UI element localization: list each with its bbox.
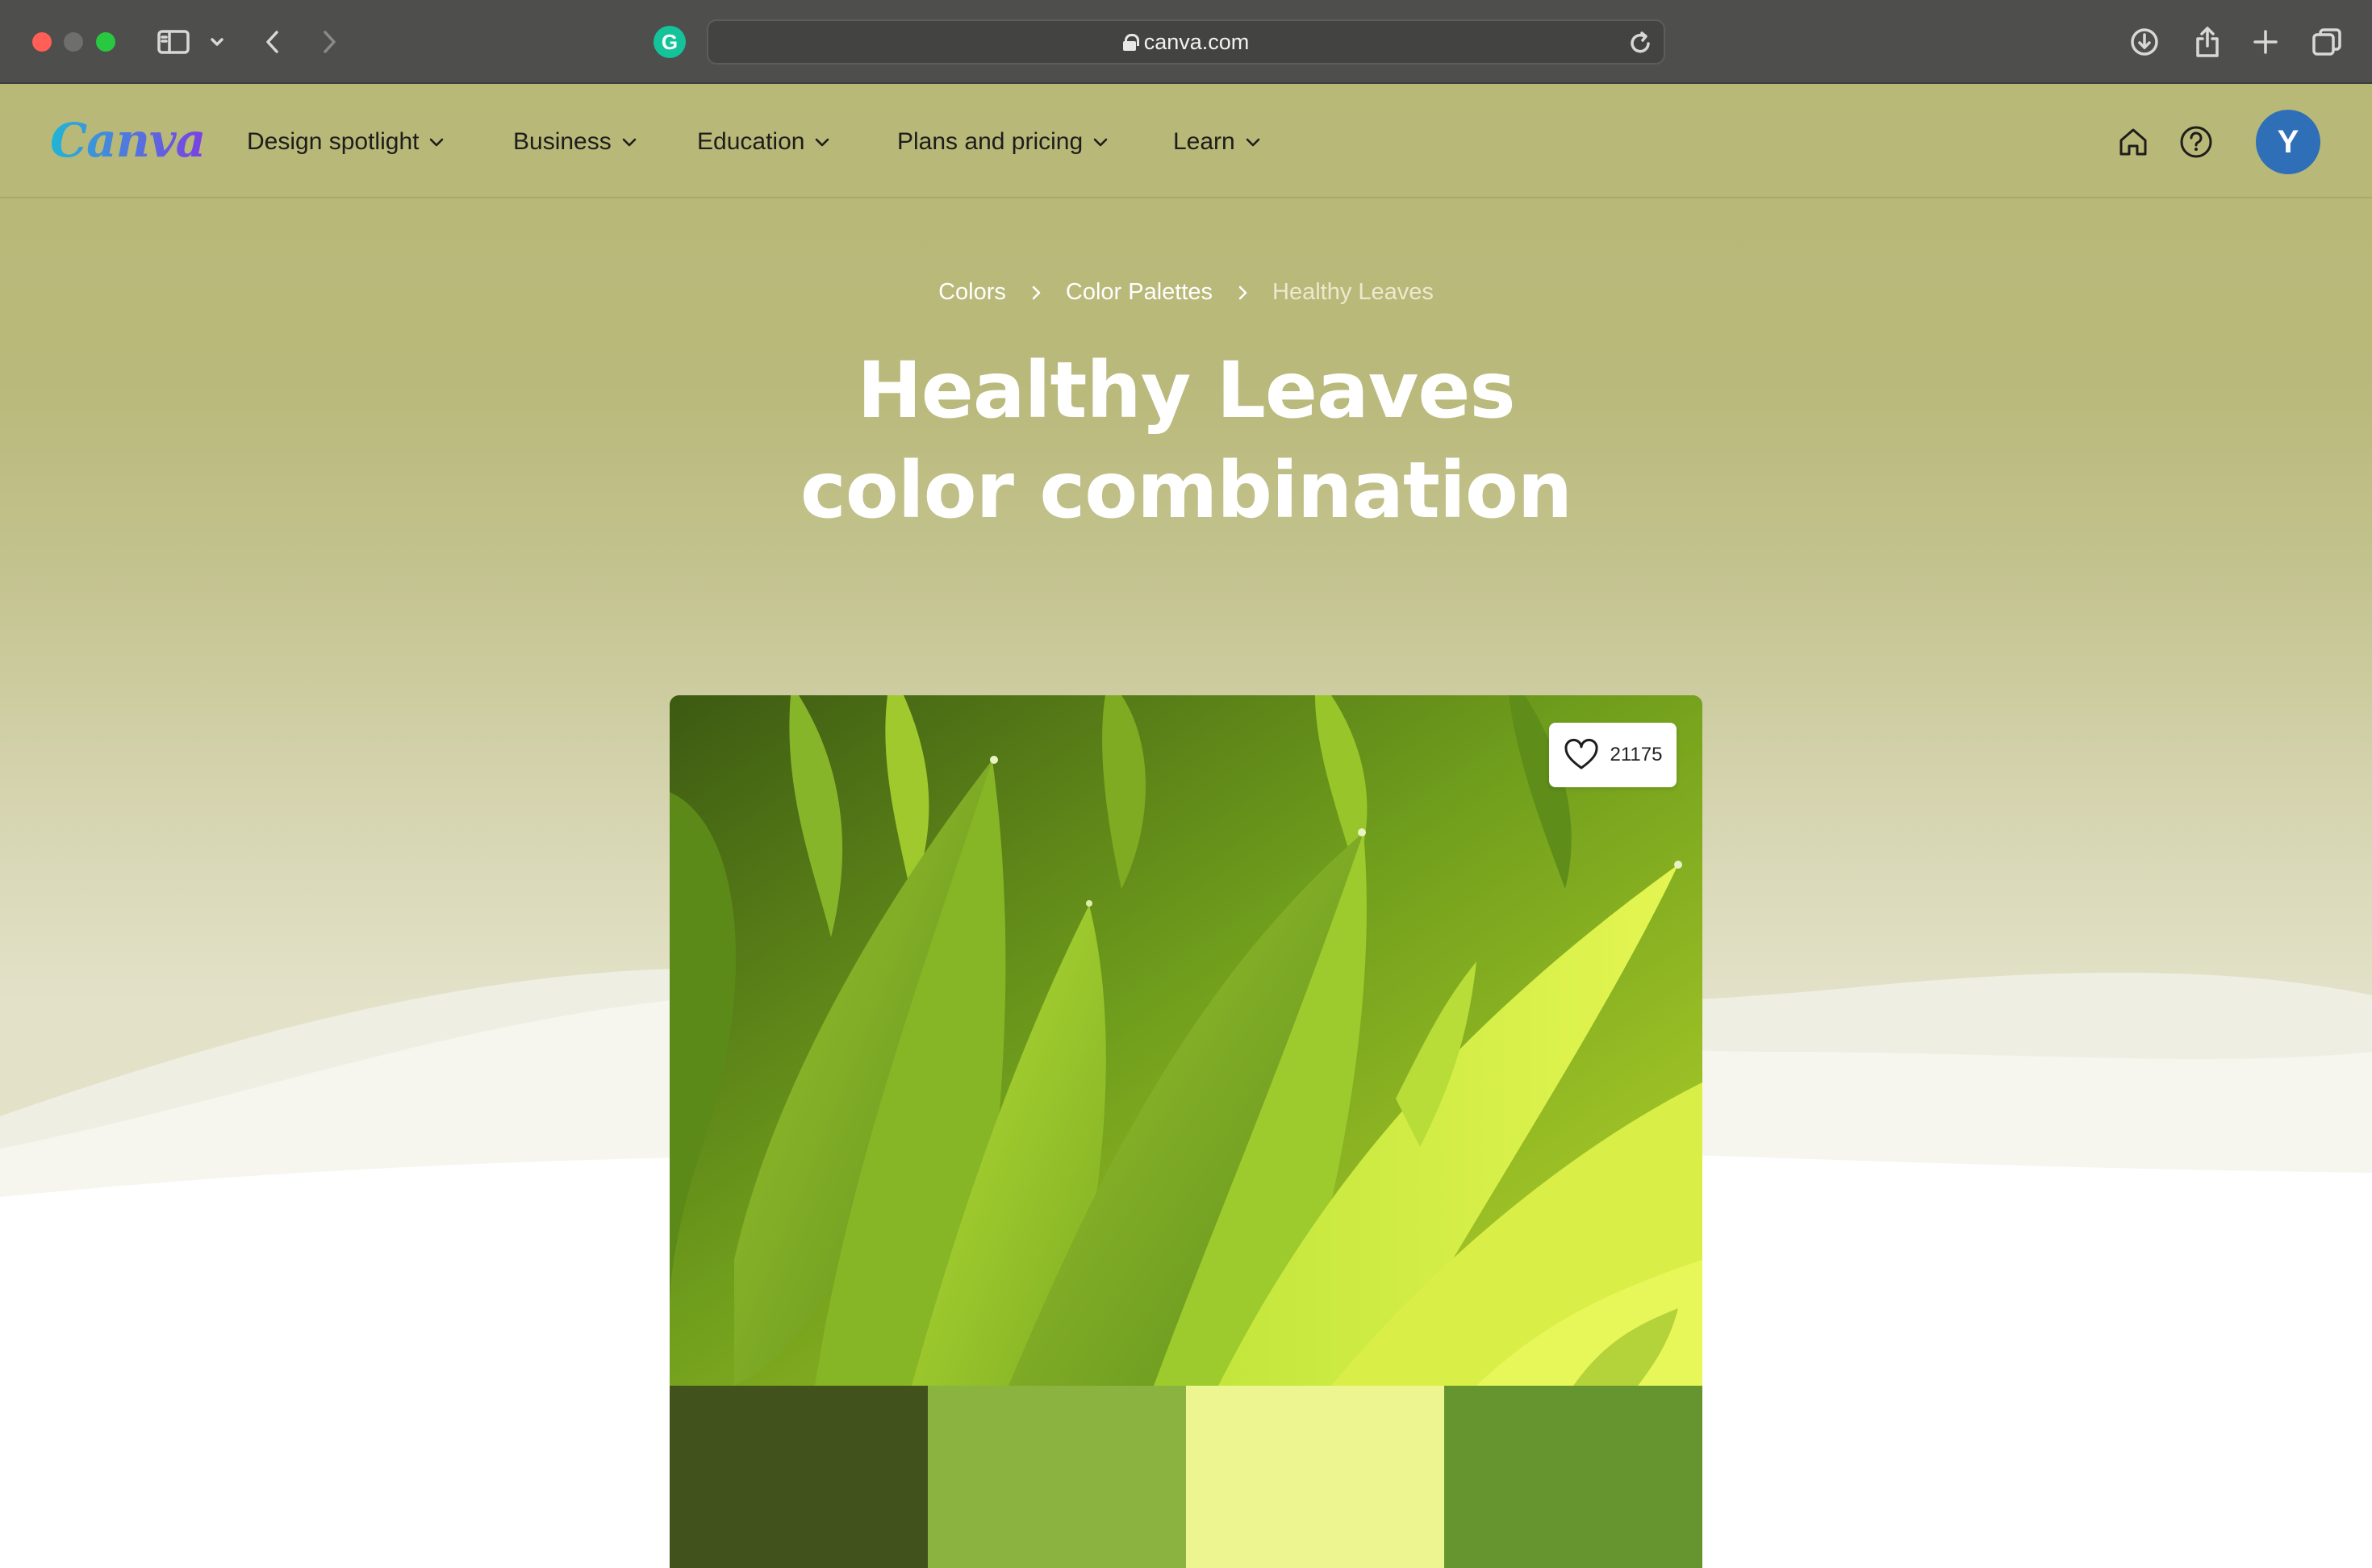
help-icon[interactable] xyxy=(2177,123,2215,161)
chevron-right-icon xyxy=(1032,286,1041,299)
color-swatch-3[interactable] xyxy=(1186,1386,1444,1568)
new-tab-icon[interactable] xyxy=(2249,21,2282,63)
reload-icon[interactable] xyxy=(1630,31,1652,55)
title-line-2: color combination xyxy=(800,445,1572,536)
breadcrumb: Colors Color Palettes Healthy Leaves xyxy=(0,279,2372,306)
back-icon[interactable] xyxy=(258,21,287,63)
color-swatch-2[interactable] xyxy=(928,1386,1186,1568)
palette-card: 21175 xyxy=(670,695,1702,1568)
nav-design-spotlight[interactable]: Design spotlight xyxy=(247,126,445,158)
download-icon[interactable] xyxy=(2128,21,2161,63)
lock-icon xyxy=(1122,34,1139,51)
page-title: Healthy Leaves color combination xyxy=(0,340,2372,540)
tabs-overview-icon[interactable] xyxy=(2309,21,2345,63)
color-swatch-1[interactable] xyxy=(670,1386,928,1568)
breadcrumb-color-palettes[interactable]: Color Palettes xyxy=(1066,279,1213,306)
chevron-down-icon xyxy=(1246,138,1260,147)
browser-toolbar: G canva.com xyxy=(0,0,2372,84)
nav-label: Education xyxy=(697,128,805,155)
color-swatch-4[interactable] xyxy=(1444,1386,1702,1568)
page-content: Canva Design spotlight Business Educatio… xyxy=(0,84,2372,1568)
close-window-button[interactable] xyxy=(32,32,52,52)
chevron-down-icon[interactable] xyxy=(207,21,228,63)
nav-education[interactable]: Education xyxy=(697,126,830,158)
nav-label: Business xyxy=(513,128,612,155)
chevron-down-icon xyxy=(816,138,829,147)
nav-business[interactable]: Business xyxy=(513,126,637,158)
zoom-window-button[interactable] xyxy=(96,32,115,52)
heart-icon xyxy=(1564,739,1598,769)
forward-icon[interactable] xyxy=(315,21,344,63)
address-bar[interactable]: canva.com xyxy=(707,19,1665,65)
grammarly-icon[interactable]: G xyxy=(654,26,686,58)
chevron-down-icon xyxy=(430,138,444,147)
title-line-1: Healthy Leaves xyxy=(857,345,1515,436)
minimize-window-button[interactable] xyxy=(64,32,83,52)
swatch-row xyxy=(670,1386,1702,1568)
nav-plans-and-pricing[interactable]: Plans and pricing xyxy=(897,126,1109,158)
breadcrumb-current: Healthy Leaves xyxy=(1272,279,1434,305)
home-icon[interactable] xyxy=(2114,123,2153,161)
url-text: canva.com xyxy=(1143,29,1250,54)
chevron-right-icon xyxy=(1238,286,1247,299)
nav-label: Plans and pricing xyxy=(897,128,1084,155)
nav-learn[interactable]: Learn xyxy=(1173,126,1261,158)
chevron-down-icon xyxy=(622,138,637,147)
nav-label: Learn xyxy=(1173,128,1235,155)
nav-label: Design spotlight xyxy=(247,128,420,155)
canva-logo[interactable]: Canva xyxy=(50,113,206,168)
like-button[interactable]: 21175 xyxy=(1549,723,1677,787)
like-count: 21175 xyxy=(1610,744,1663,765)
chevron-down-icon xyxy=(1093,138,1108,147)
breadcrumb-colors[interactable]: Colors xyxy=(938,279,1006,306)
site-header: Canva Design spotlight Business Educatio… xyxy=(0,84,2372,198)
palette-photo xyxy=(670,695,1702,1386)
sidebar-icon[interactable] xyxy=(155,21,192,63)
share-icon[interactable] xyxy=(2191,21,2224,63)
avatar[interactable]: Y xyxy=(2256,110,2320,174)
